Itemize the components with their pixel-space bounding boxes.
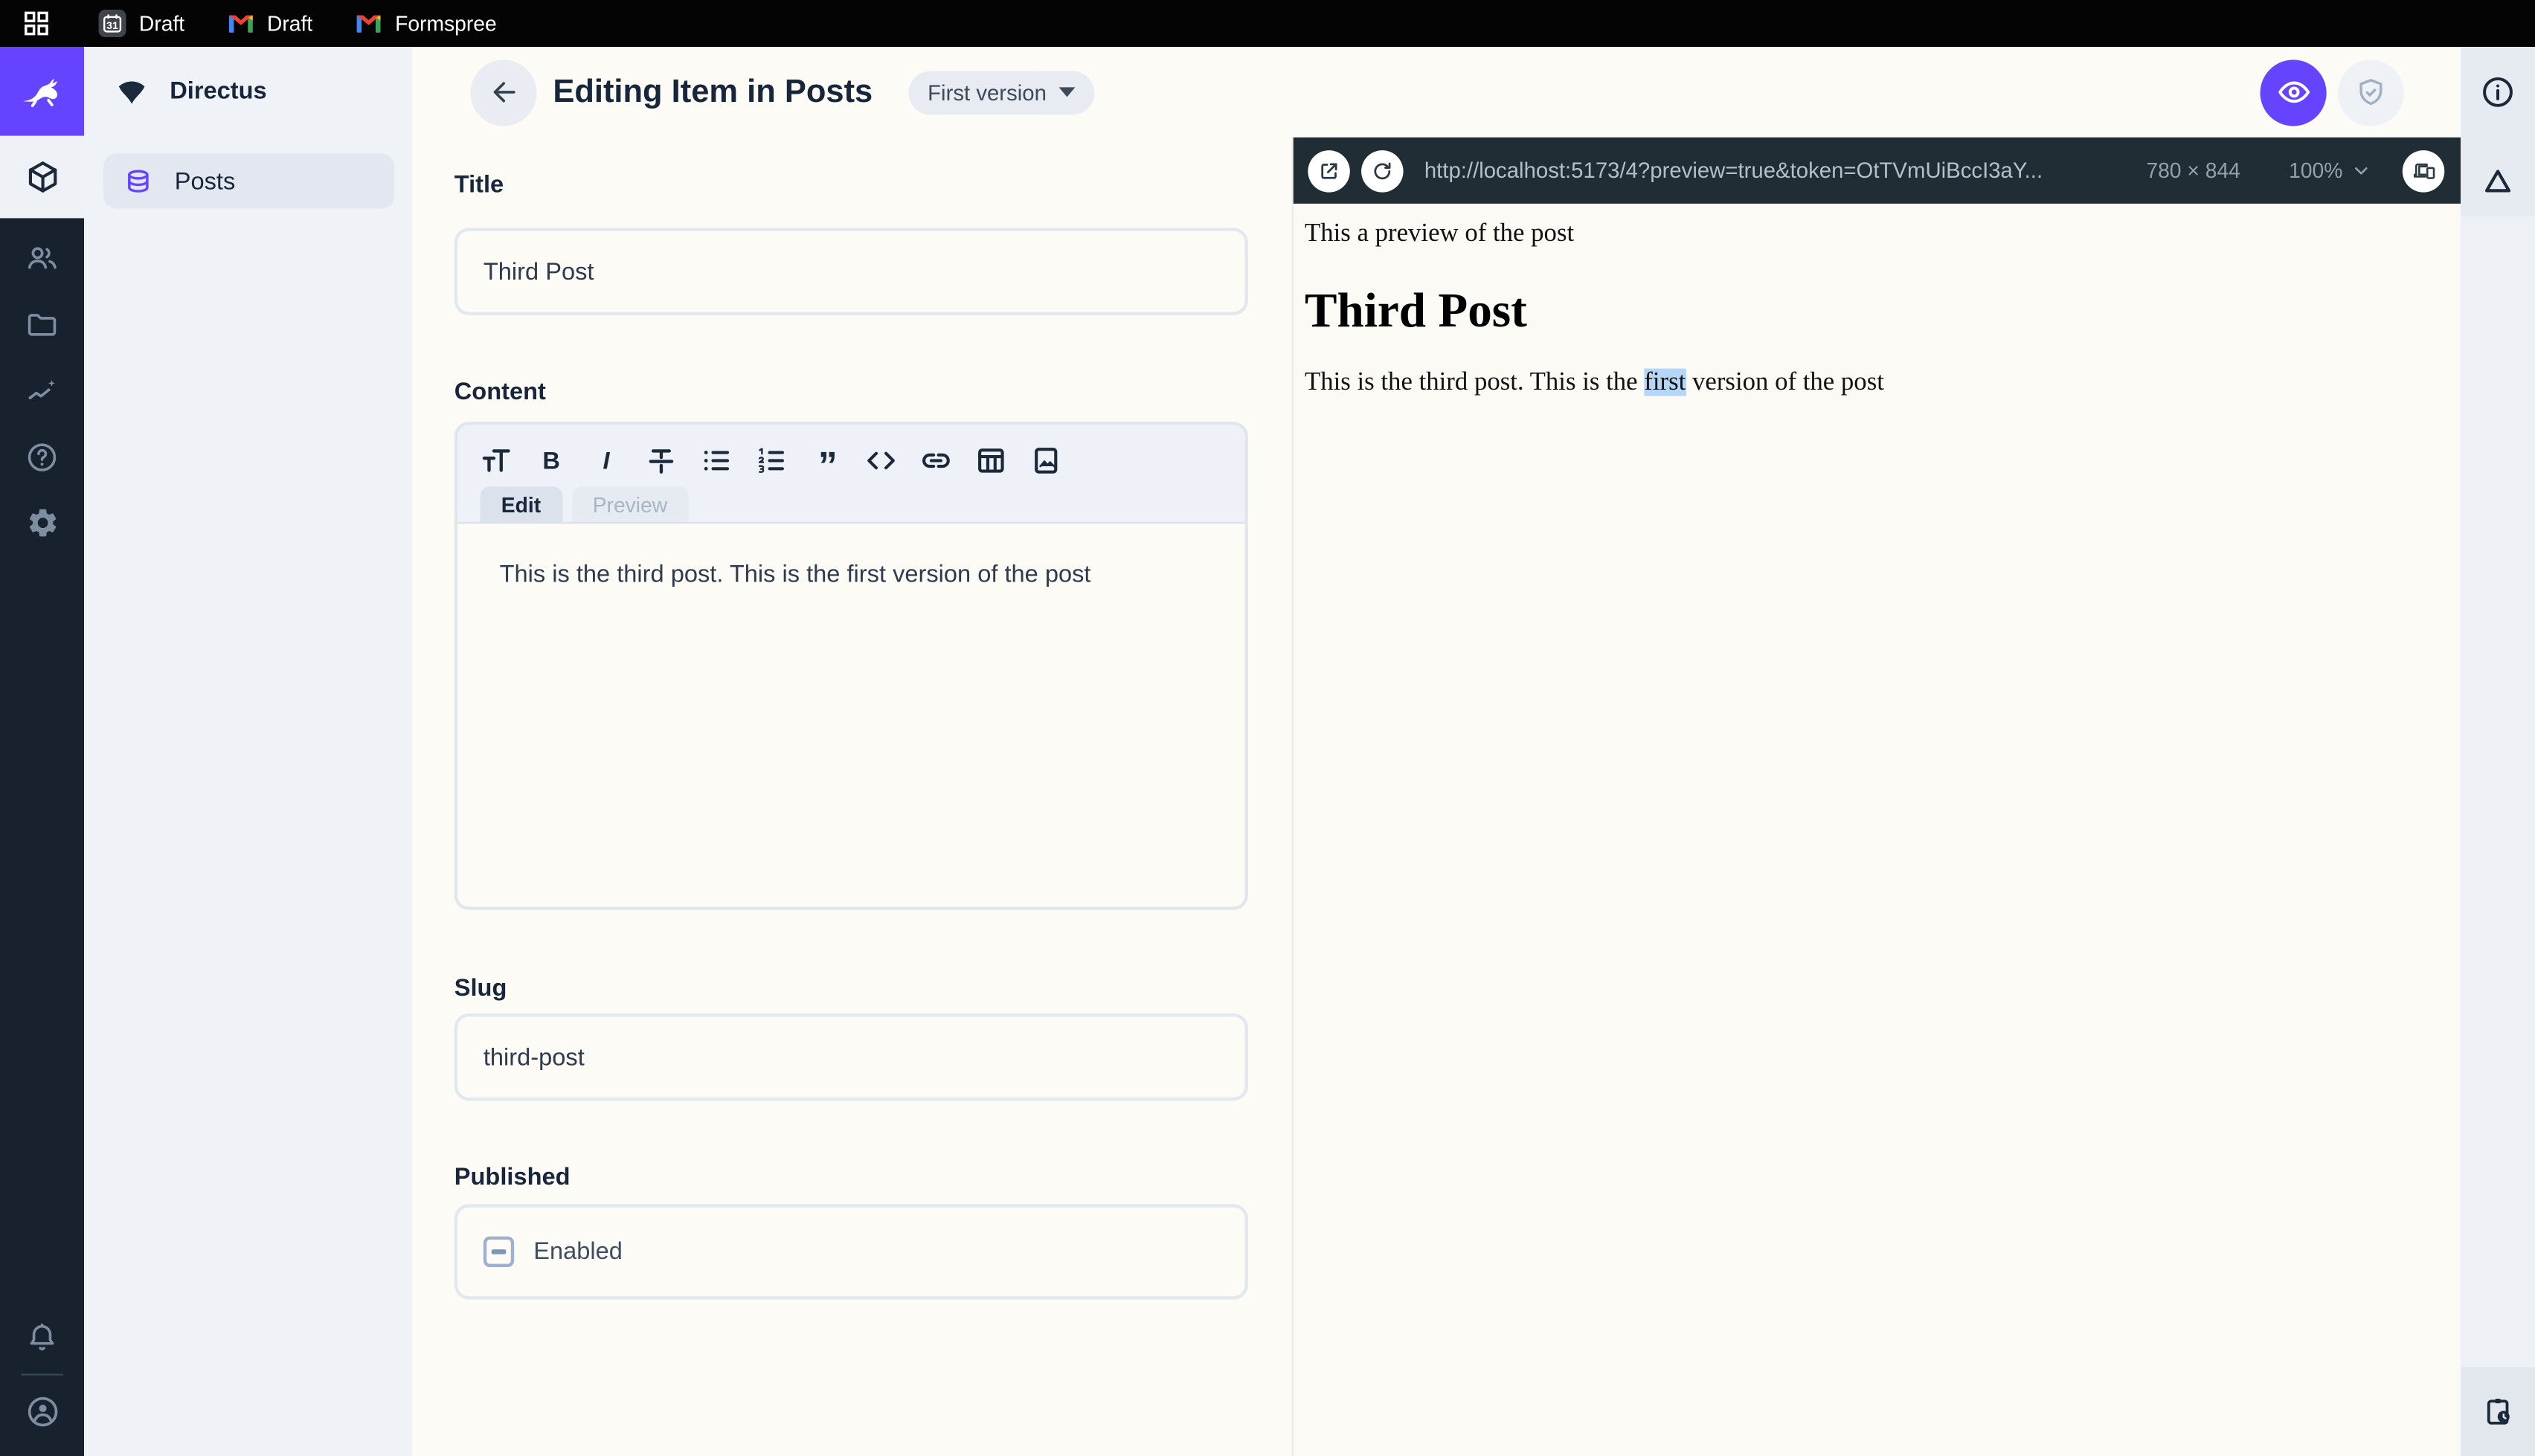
code-icon[interactable] bbox=[865, 445, 897, 477]
live-preview-eye-button[interactable] bbox=[2260, 59, 2327, 126]
indeterminate-checkbox[interactable] bbox=[483, 1236, 515, 1267]
content-textarea[interactable]: This is the third post. This is the firs… bbox=[457, 524, 1244, 906]
slug-input[interactable]: third-post bbox=[454, 1013, 1248, 1101]
module-settings-gear-icon[interactable] bbox=[0, 490, 84, 556]
editor-tabs: Edit Preview bbox=[480, 486, 1223, 523]
numbered-list-icon[interactable] bbox=[755, 445, 787, 477]
project-name: Directus bbox=[170, 77, 267, 106]
triangle-button[interactable] bbox=[2466, 149, 2531, 213]
module-files-folder-icon[interactable] bbox=[0, 291, 84, 357]
live-preview-panel: http://localhost:5173/4?preview=true&tok… bbox=[1291, 137, 2461, 1456]
preview-heading: Third Post bbox=[1304, 284, 1527, 338]
screen: 31 Draft Draft Formspree Directus Posts … bbox=[0, 0, 2535, 1456]
chevron-down-icon bbox=[2355, 167, 2368, 175]
preview-body-text: This is the third post. This is the firs… bbox=[1304, 368, 1884, 396]
bold-icon[interactable]: B bbox=[535, 445, 567, 477]
tab-label: Formspree bbox=[395, 11, 497, 36]
preview-url[interactable]: http://localhost:5173/4?preview=true&tok… bbox=[1424, 158, 2135, 183]
refresh-button[interactable] bbox=[1361, 149, 1404, 192]
minus-icon bbox=[491, 1249, 507, 1254]
gmail-icon bbox=[228, 13, 254, 33]
sidebar-item-label: Posts bbox=[174, 167, 236, 195]
responsive-devices-button[interactable] bbox=[2402, 149, 2445, 192]
tab-label: Draft bbox=[266, 11, 313, 36]
main-area: Editing Item in Posts First version Titl… bbox=[412, 47, 2461, 1456]
highlighted-word: first bbox=[1644, 368, 1686, 396]
checkbox-label: Enabled bbox=[533, 1237, 623, 1266]
revisions-clipboard-clock-icon bbox=[2486, 1399, 2509, 1425]
open-external-link-button[interactable] bbox=[1308, 149, 1350, 192]
zoom-value: 100% bbox=[2289, 158, 2343, 183]
module-users-icon[interactable] bbox=[0, 225, 84, 291]
tab-label: Draft bbox=[138, 11, 185, 36]
item-form: Title Third Post Content B I ” Edit Prev… bbox=[412, 137, 1292, 1456]
project-header[interactable]: Directus bbox=[84, 47, 412, 136]
preview-dimensions: 780 × 844 bbox=[2146, 158, 2240, 183]
back-button[interactable] bbox=[470, 59, 537, 126]
module-bar bbox=[0, 47, 85, 1456]
notifications-bell-icon[interactable] bbox=[0, 1304, 84, 1370]
bulleted-list-icon[interactable] bbox=[700, 445, 732, 477]
preview-intro-text: This a preview of the post bbox=[1304, 219, 1575, 248]
shield-check-button[interactable] bbox=[2337, 59, 2404, 126]
browser-tab-draft-calendar[interactable]: 31 Draft bbox=[98, 10, 185, 37]
sidebar-item-posts[interactable]: Posts bbox=[103, 153, 395, 209]
sidebar-section-top bbox=[2461, 47, 2535, 217]
strikethrough-icon[interactable] bbox=[645, 445, 677, 477]
content-row: Title Third Post Content B I ” Edit Prev… bbox=[412, 137, 2461, 1456]
table-icon[interactable] bbox=[975, 445, 1007, 477]
revisions-button[interactable] bbox=[2461, 1367, 2535, 1456]
page-header: Editing Item in Posts First version bbox=[412, 47, 2461, 138]
browser-tab-draft-gmail[interactable]: Draft bbox=[228, 11, 312, 36]
calendar-icon: 31 bbox=[98, 10, 126, 37]
preview-toolbar: http://localhost:5173/4?preview=true&tok… bbox=[1293, 137, 2461, 204]
preview-iframe-content: This a preview of the post Third Post Th… bbox=[1294, 204, 2461, 1456]
title-input[interactable]: Third Post bbox=[454, 228, 1248, 315]
field-label-content: Content bbox=[454, 378, 546, 406]
field-label-title: Title bbox=[454, 171, 504, 199]
directus-app: Directus Posts Editing Item in Posts Fir… bbox=[0, 47, 2535, 1456]
published-field: Enabled bbox=[454, 1204, 1248, 1300]
editor-toolbar: B I ” Edit Preview bbox=[457, 425, 1245, 524]
browser-tab-formspree[interactable]: Formspree bbox=[356, 11, 497, 36]
gmail-icon bbox=[356, 13, 382, 33]
blockquote-icon[interactable]: ” bbox=[810, 445, 842, 486]
field-label-published: Published bbox=[454, 1163, 571, 1191]
module-help-icon[interactable] bbox=[0, 423, 84, 489]
right-sidebar bbox=[2461, 47, 2535, 1456]
page-title: Editing Item in Posts bbox=[553, 73, 873, 109]
format-size-icon[interactable] bbox=[481, 445, 513, 477]
module-content-cube-icon[interactable] bbox=[0, 135, 85, 219]
version-dropdown[interactable]: First version bbox=[908, 70, 1096, 115]
markdown-editor: B I ” Edit Preview This is the third pos… bbox=[454, 422, 1248, 910]
database-icon bbox=[123, 166, 153, 196]
version-label: First version bbox=[928, 80, 1047, 105]
browser-tab-bar: 31 Draft Draft Formspree bbox=[0, 0, 2535, 48]
directus-rabbit-logo[interactable] bbox=[0, 47, 85, 136]
italic-icon[interactable]: I bbox=[590, 445, 622, 477]
chevron-down-icon bbox=[1059, 87, 1076, 97]
field-label-slug: Slug bbox=[454, 974, 507, 1002]
zoom-dropdown[interactable]: 100% bbox=[2289, 158, 2370, 183]
navigation-sidebar: Directus Posts bbox=[84, 47, 413, 1456]
info-button[interactable] bbox=[2466, 59, 2531, 124]
tab-preview[interactable]: Preview bbox=[571, 486, 689, 523]
module-bar-divider bbox=[21, 1373, 63, 1376]
link-icon[interactable] bbox=[920, 445, 952, 477]
module-insights-icon[interactable] bbox=[0, 357, 84, 423]
calendar-day-number: 31 bbox=[106, 21, 118, 33]
image-icon[interactable] bbox=[1029, 445, 1061, 477]
user-avatar-icon[interactable] bbox=[0, 1379, 84, 1445]
app-grid-icon[interactable] bbox=[25, 11, 49, 36]
tab-edit[interactable]: Edit bbox=[480, 486, 562, 523]
directus-mark-icon bbox=[115, 74, 149, 109]
